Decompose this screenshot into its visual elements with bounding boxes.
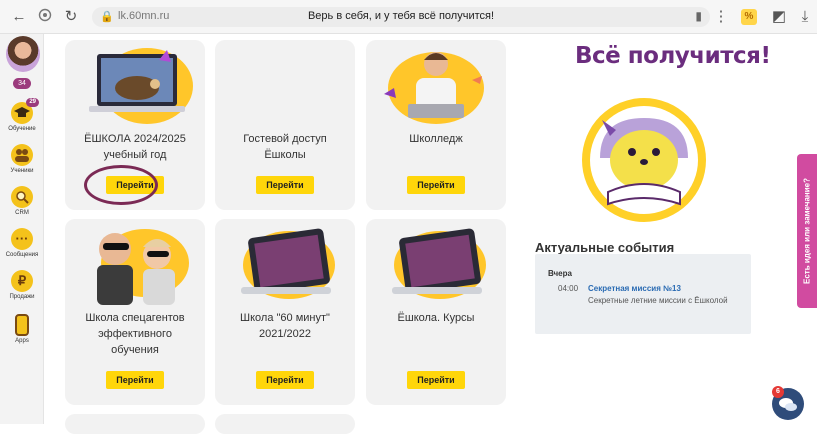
sidebar-item-messages[interactable]: ··· Сообщения bbox=[0, 228, 44, 258]
sidebar-item-label: CRM bbox=[15, 210, 29, 216]
students-icon bbox=[11, 144, 33, 166]
extensions-icon[interactable]: ◩ bbox=[770, 8, 788, 26]
card-title: Школа спецагентов bbox=[85, 312, 185, 324]
reload-icon[interactable]: ↻ bbox=[62, 8, 80, 26]
events-list: Вчера 04:00 Секретная миссия №13 Секретн… bbox=[535, 254, 751, 334]
course-card[interactable]: ЁШКОЛА 2024/2025 учебный год Перейти bbox=[65, 40, 205, 210]
card-subtitle: Ёшколы bbox=[264, 149, 306, 161]
sidebar-item-label: Apps bbox=[15, 338, 29, 344]
browser-logo-icon[interactable] bbox=[36, 8, 54, 26]
card-title: Ёшкола. Курсы bbox=[397, 312, 475, 324]
education-badge: 29 bbox=[26, 98, 39, 107]
course-card[interactable]: Гостевой доступ Ёшколы Перейти bbox=[215, 40, 355, 210]
graduation-cap-icon: 29 bbox=[11, 98, 39, 124]
chat-bubble-icon: ··· bbox=[11, 228, 33, 250]
avatar[interactable] bbox=[6, 36, 40, 72]
go-button[interactable]: Перейти bbox=[106, 371, 164, 389]
sidebar-item-crm[interactable]: CRM bbox=[0, 186, 44, 216]
event-day-label: Вчера bbox=[548, 269, 572, 278]
course-card[interactable]: Школледж Перейти bbox=[366, 40, 506, 210]
magnifier-icon bbox=[11, 186, 33, 208]
go-button[interactable]: Перейти bbox=[256, 371, 314, 389]
sidebar-item-label: Ученики bbox=[10, 168, 34, 174]
motivation-headline: Всё получится! bbox=[575, 43, 771, 69]
event-name-link[interactable]: Секретная миссия №13 bbox=[588, 284, 681, 293]
feedback-tab-label: Есть идея или замечание? bbox=[802, 178, 812, 284]
course-card[interactable]: Школа "60 минут" 2021/2022 Перейти bbox=[215, 219, 355, 405]
card-subtitle: учебный год bbox=[103, 149, 167, 161]
sidebar-item-label: Обучение bbox=[8, 126, 36, 132]
card-title: Школледж bbox=[409, 133, 463, 145]
course-card-partial[interactable] bbox=[215, 414, 355, 434]
phone-icon bbox=[15, 314, 29, 336]
chat-unread-badge: 6 bbox=[772, 386, 784, 398]
course-card[interactable]: Школа спецагентов эффективного обучения … bbox=[65, 219, 205, 405]
card-title: Гостевой доступ bbox=[243, 133, 327, 145]
card-title: Школа "60 минут" bbox=[240, 312, 330, 324]
course-image-kids-sunglasses bbox=[75, 223, 195, 305]
back-arrow-icon[interactable]: ← bbox=[10, 8, 28, 26]
bookmark-icon[interactable]: ▮ bbox=[695, 9, 702, 23]
go-button[interactable]: Перейти bbox=[256, 176, 314, 194]
event-description: Секретные летние миссии с Ёшколой bbox=[588, 296, 728, 305]
course-card-partial[interactable] bbox=[65, 414, 205, 434]
go-button[interactable]: Перейти bbox=[407, 371, 465, 389]
course-image-student-laptop bbox=[376, 44, 496, 126]
download-icon[interactable]: ⤓ bbox=[796, 8, 814, 26]
go-button[interactable]: Перейти bbox=[407, 176, 465, 194]
card-subtitle: 2021/2022 bbox=[259, 328, 311, 340]
ruble-icon: ₽ bbox=[11, 270, 33, 292]
course-card[interactable]: Ёшкола. Курсы Перейти bbox=[366, 219, 506, 405]
page-title: Верь в себя, и у тебя всё получится! bbox=[307, 10, 495, 22]
go-button[interactable]: Перейти bbox=[106, 176, 164, 194]
extension-percent-icon[interactable]: % bbox=[741, 9, 757, 25]
sidebar-item-education[interactable]: 29 Обучение bbox=[0, 98, 44, 132]
sidebar-item-apps[interactable]: Apps bbox=[0, 314, 44, 344]
card-subtitle-2: обучения bbox=[111, 344, 159, 356]
notification-count-badge[interactable]: 34 bbox=[13, 78, 31, 89]
card-title: ЁШКОЛА 2024/2025 bbox=[84, 133, 186, 145]
sidebar-item-sales[interactable]: ₽ Продажи bbox=[0, 270, 44, 300]
course-image-tablet bbox=[376, 223, 496, 305]
sidebar-item-label: Продажи bbox=[9, 294, 35, 300]
course-image-laptop-hedgehog bbox=[75, 44, 195, 126]
left-sidebar: 34 29 Обучение Ученики CRM ··· Сообщения… bbox=[0, 34, 44, 424]
address-bar[interactable]: 🔒 lk.60mn.ru Верь в себя, и у тебя всё п… bbox=[92, 7, 710, 27]
event-time: 04:00 bbox=[558, 284, 579, 293]
course-image-tablet bbox=[225, 223, 345, 305]
feedback-tab[interactable]: Есть идея или замечание? bbox=[797, 154, 817, 308]
events-section-title: Актуальные события bbox=[535, 240, 675, 255]
browser-toolbar: ← ↻ 🔒 lk.60mn.ru Верь в себя, и у тебя в… bbox=[0, 0, 817, 34]
menu-dots-icon[interactable]: ⋮ bbox=[712, 8, 730, 26]
sidebar-item-students[interactable]: Ученики bbox=[0, 144, 44, 174]
sidebar-item-label: Сообщения bbox=[5, 252, 39, 258]
card-subtitle: эффективного bbox=[98, 328, 172, 340]
hedgehog-mascot-image bbox=[580, 96, 708, 224]
